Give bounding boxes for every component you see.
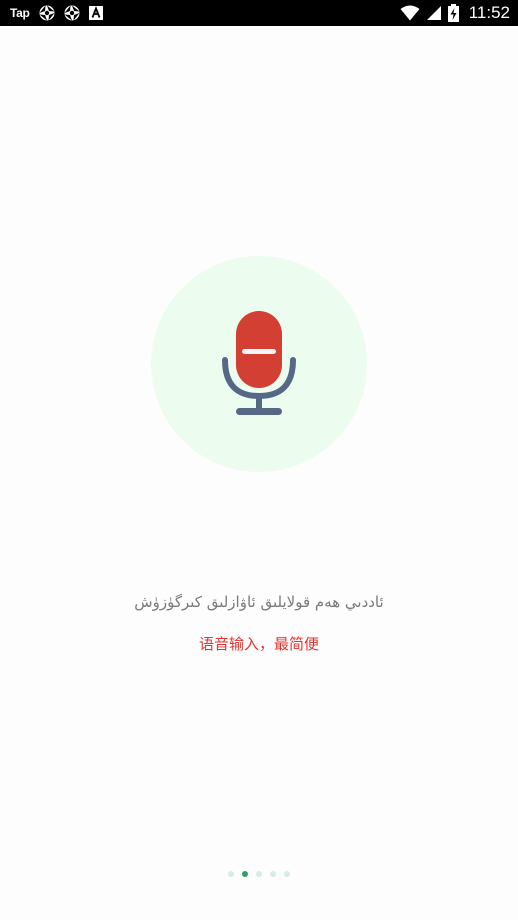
status-bar-right: 11:52 [400,0,510,26]
feature-subtitle: 语音输入，最简便 [198,635,319,653]
page-dot[interactable] [270,871,276,877]
status-bar: Tap 11:52 [0,0,518,26]
aperture-icon [64,5,80,21]
page-indicator [0,870,518,878]
a-box-icon [88,6,103,20]
status-app-label: Tap [10,6,30,20]
page-dot-active[interactable] [242,871,248,877]
page-dot[interactable] [284,871,290,877]
signal-icon [426,5,442,21]
aperture-icon [39,5,55,21]
page-dot[interactable] [228,871,234,877]
wifi-icon [400,5,420,21]
microphone-icon [222,311,296,415]
status-time: 11:52 [468,3,510,22]
battery-charging-icon [447,4,459,22]
page-dot[interactable] [256,871,262,877]
status-bar-left: Tap [10,0,103,26]
onboarding-page[interactable]: ئاددىي ھەم قولايلىق ئاۋازلىق كىرگۈزۈش 语音… [0,26,518,920]
feature-title: ئاددىي ھەم قولايلىق ئاۋازلىق كىرگۈزۈش [134,593,384,611]
